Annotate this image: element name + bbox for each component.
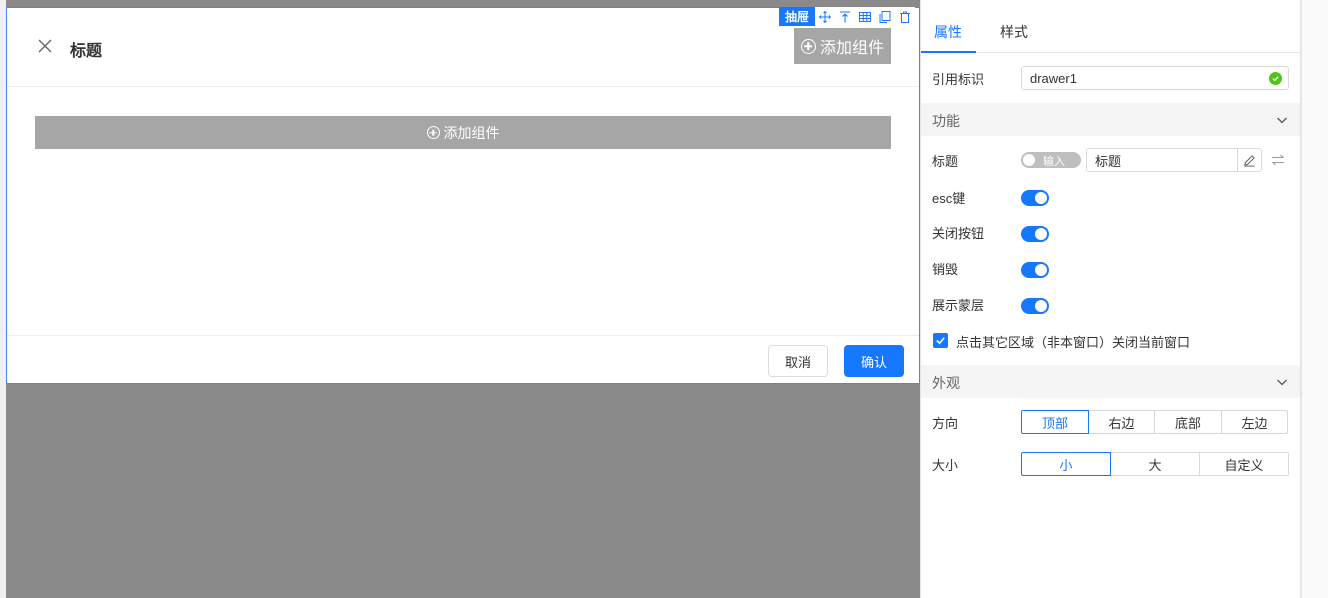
active-tab-indicator bbox=[921, 51, 976, 53]
move-icon[interactable] bbox=[815, 7, 836, 26]
body-add-component-button[interactable]: 添加组件 bbox=[35, 116, 891, 149]
tab-styles[interactable]: 样式 bbox=[1000, 22, 1028, 42]
show-mask-label: 展示蒙层 bbox=[932, 298, 985, 313]
table-icon[interactable] bbox=[855, 7, 876, 26]
tab-properties[interactable]: 属性 bbox=[934, 22, 962, 42]
component-toolbar: 抽屉 bbox=[779, 7, 916, 26]
ref-id-label: 引用标识 bbox=[932, 72, 985, 87]
title-input[interactable]: 标题 bbox=[1086, 148, 1262, 172]
design-canvas: 标题 添加组件 添加组件 取消 确认 抽屉 bbox=[0, 0, 920, 598]
title-input-mode-label: 输入 bbox=[1043, 156, 1065, 168]
size-option-small[interactable]: 小 bbox=[1021, 452, 1111, 476]
click-outside-label: 点击其它区域（非本窗口）关闭当前窗口 bbox=[956, 335, 1191, 350]
direction-label: 方向 bbox=[932, 416, 959, 431]
show-mask-switch[interactable] bbox=[1021, 298, 1049, 314]
chevron-down-icon[interactable] bbox=[1276, 114, 1288, 126]
section-appearance[interactable]: 外观 bbox=[921, 365, 1300, 398]
direction-option-right[interactable]: 右边 bbox=[1088, 410, 1155, 434]
esc-key-switch[interactable] bbox=[1021, 190, 1049, 206]
title-input-mode-toggle[interactable]: 输入 bbox=[1021, 152, 1081, 168]
select-parent-icon[interactable] bbox=[835, 7, 856, 26]
direction-option-bottom[interactable]: 底部 bbox=[1154, 410, 1222, 434]
direction-segmented: 顶部 右边 底部 左边 bbox=[1021, 410, 1288, 434]
chevron-down-icon[interactable] bbox=[1276, 376, 1288, 388]
confirm-button[interactable]: 确认 bbox=[844, 345, 904, 377]
esc-key-label: esc键 bbox=[932, 191, 966, 206]
body-add-component-label: 添加组件 bbox=[443, 124, 500, 141]
section-function[interactable]: 功能 bbox=[921, 103, 1300, 136]
drawer-component[interactable]: 标题 添加组件 添加组件 取消 确认 bbox=[6, 7, 920, 384]
section-function-title: 功能 bbox=[932, 113, 960, 129]
direction-option-top[interactable]: 顶部 bbox=[1021, 410, 1089, 434]
component-type-tag: 抽屉 bbox=[779, 7, 816, 26]
drawer-title: 标题 bbox=[70, 43, 103, 60]
header-add-component-label: 添加组件 bbox=[819, 40, 884, 57]
size-label: 大小 bbox=[932, 458, 959, 473]
plus-circle-icon bbox=[800, 38, 816, 54]
size-option-custom[interactable]: 自定义 bbox=[1199, 452, 1289, 476]
size-segmented: 小 大 自定义 bbox=[1021, 452, 1289, 476]
ref-id-input[interactable]: drawer1 bbox=[1021, 66, 1289, 90]
header-add-component-button[interactable]: 添加组件 bbox=[794, 28, 891, 64]
close-button-switch[interactable] bbox=[1021, 226, 1049, 242]
plus-circle-icon bbox=[426, 126, 440, 139]
check-circle-icon bbox=[1269, 72, 1282, 85]
drawer-footer: 取消 确认 bbox=[7, 335, 919, 385]
delete-icon[interactable] bbox=[895, 7, 916, 26]
vertical-scrollbar[interactable] bbox=[1301, 0, 1328, 598]
title-input-value: 标题 bbox=[1095, 153, 1122, 169]
edit-pen-icon[interactable] bbox=[1237, 149, 1261, 171]
direction-option-left[interactable]: 左边 bbox=[1221, 410, 1288, 434]
cancel-button[interactable]: 取消 bbox=[768, 345, 828, 377]
size-option-large[interactable]: 大 bbox=[1110, 452, 1200, 476]
close-button-label: 关闭按钮 bbox=[932, 226, 985, 241]
destroy-switch[interactable] bbox=[1021, 262, 1049, 278]
title-row-label: 标题 bbox=[932, 154, 959, 169]
close-icon[interactable] bbox=[37, 38, 53, 54]
ref-id-value: drawer1 bbox=[1030, 70, 1077, 86]
property-panel: 属性 样式 引用标识 drawer1 功能 标题 输入 标题 esc键 关闭按钮… bbox=[920, 0, 1301, 598]
destroy-label: 销毁 bbox=[932, 262, 959, 277]
toggle-knob bbox=[1023, 154, 1035, 166]
copy-icon[interactable] bbox=[875, 7, 896, 26]
panel-tabs: 属性 样式 bbox=[921, 0, 1300, 53]
click-outside-checkbox[interactable] bbox=[933, 333, 948, 348]
swap-icon[interactable] bbox=[1270, 152, 1286, 168]
section-appearance-title: 外观 bbox=[932, 375, 960, 391]
